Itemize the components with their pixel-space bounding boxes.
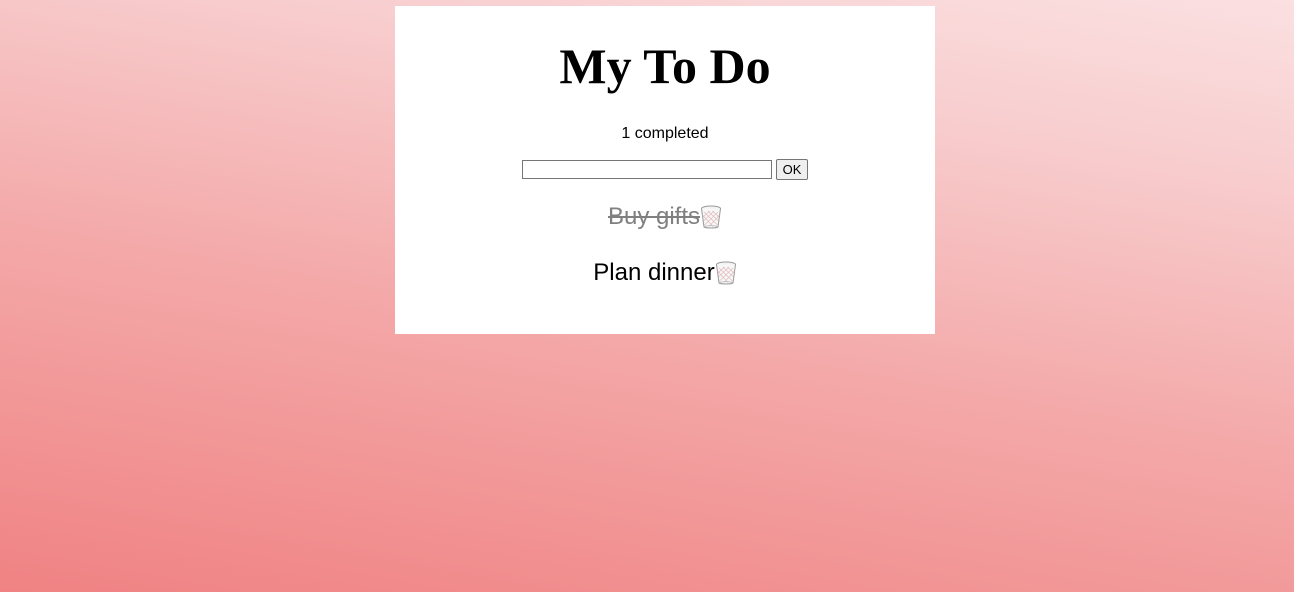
page-title: My To Do (559, 38, 771, 94)
completed-counter: 1 completed (621, 125, 709, 142)
ok-button[interactable]: OK (775, 158, 809, 180)
todo-item-plan-dinner[interactable]: Plan dinner (395, 258, 935, 288)
todo-item-buy-gifts[interactable]: Buy gifts (395, 202, 935, 232)
todo-input[interactable] (521, 159, 772, 179)
trash-icon[interactable] (700, 205, 722, 229)
todo-list: Buy gifts Plan dinner (395, 202, 935, 288)
todo-text[interactable]: Plan dinner (593, 258, 714, 288)
trash-icon[interactable] (715, 261, 737, 285)
todo-text[interactable]: Buy gifts (608, 202, 700, 232)
todo-card: My To Do 1 completed OK Buy gifts Plan d… (395, 6, 935, 334)
add-todo-form: OK (395, 158, 935, 180)
